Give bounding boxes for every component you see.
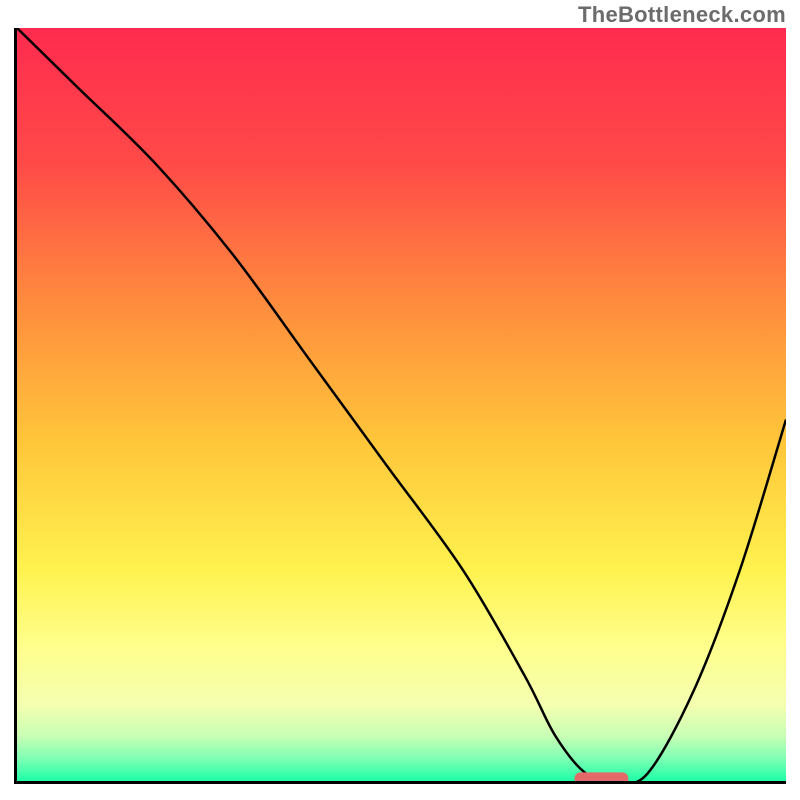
plot-axes [14, 28, 786, 784]
watermark-text: TheBottleneck.com [578, 2, 786, 28]
plot-svg [17, 28, 786, 781]
minimum-marker [575, 772, 629, 781]
chart-frame: TheBottleneck.com [0, 0, 800, 800]
